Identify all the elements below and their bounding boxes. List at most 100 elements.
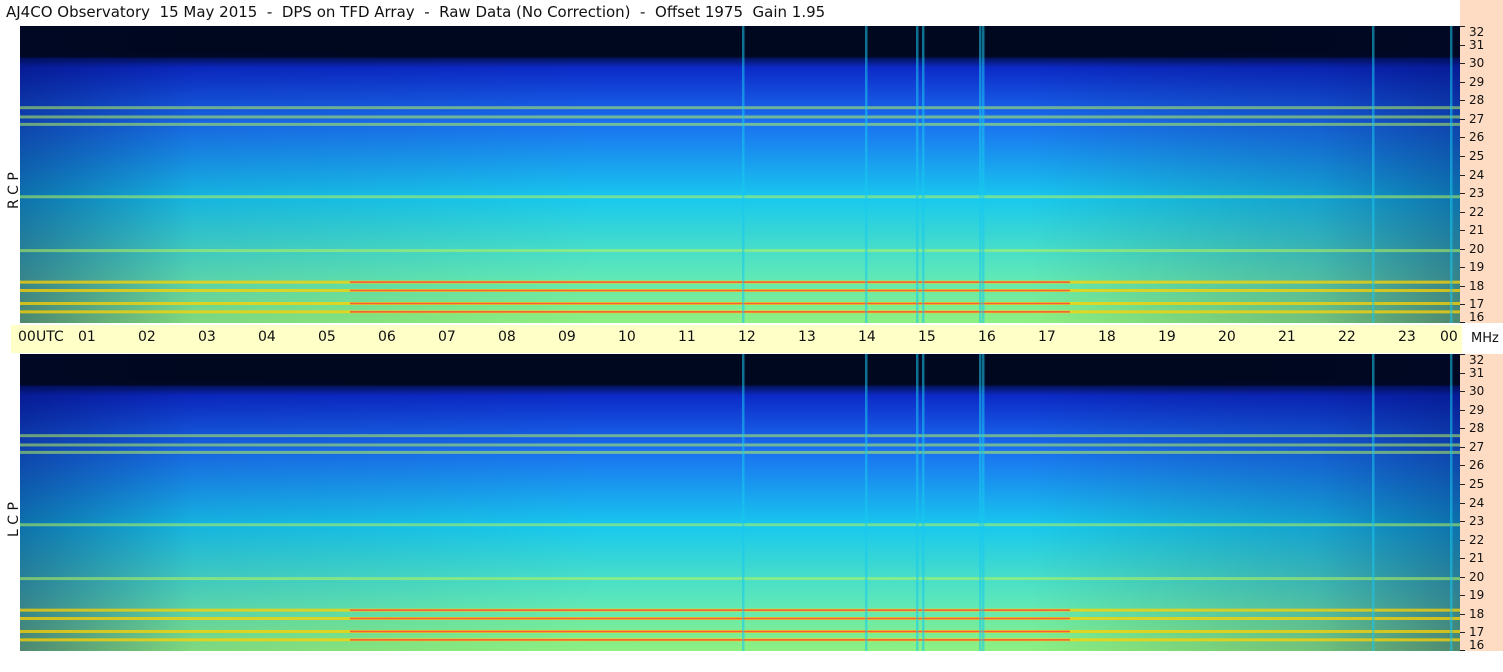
- high-frequency-dropout: [20, 26, 1460, 58]
- vertical-burst: [916, 354, 919, 651]
- frequency-tick-label: 32: [1469, 353, 1485, 367]
- frequency-tick: [1460, 576, 1465, 578]
- interference-band-peak: [350, 311, 1070, 313]
- frequency-tick-label: 21: [1469, 551, 1485, 566]
- rcp-label-wrap: R C P: [0, 26, 22, 323]
- vertical-burst: [916, 26, 919, 323]
- frequency-tick: [1460, 558, 1465, 560]
- time-tick-label: 02: [138, 329, 156, 345]
- interference-band: [20, 122, 1460, 126]
- time-tick-label: 17: [1038, 329, 1056, 345]
- frequency-tick-label: 16: [1469, 310, 1485, 324]
- time-tick-label: 13: [798, 329, 816, 345]
- time-tick-label: 05: [318, 329, 336, 345]
- frequency-tick-label: 30: [1469, 56, 1485, 71]
- frequency-strip-top: [1460, 0, 1503, 26]
- spectrogram-rcp: [20, 26, 1460, 323]
- time-tick-label: 22: [1338, 329, 1356, 345]
- time-tick-label: 21: [1278, 329, 1296, 345]
- time-tick-label: 07: [438, 329, 456, 345]
- time-tick-label: 23: [1398, 329, 1416, 345]
- frequency-axis-lcp: 16 17 18 19 20 21 22 23 24 25 26 27 28 29 30 31 32: [1460, 353, 1503, 652]
- frequency-unit: MHz: [1471, 331, 1499, 346]
- vertical-burst: [922, 354, 925, 651]
- vertical-burst: [1450, 26, 1453, 323]
- interference-band-peak: [350, 630, 1070, 633]
- vertical-burst: [982, 26, 985, 323]
- interference-band-peak: [350, 302, 1070, 305]
- interference-band-peak: [350, 281, 1070, 283]
- utc-label: UTC: [36, 329, 64, 345]
- vertical-burst: [1372, 26, 1375, 323]
- frequency-tick: [1460, 391, 1465, 393]
- frequency-tick-label: 29: [1469, 402, 1485, 417]
- frequency-tick: [1460, 118, 1465, 120]
- frequency-tick: [1460, 174, 1465, 176]
- interference-band: [20, 523, 1460, 527]
- interference-band-peak: [350, 609, 1070, 611]
- frequency-tick-label: 18: [1469, 278, 1485, 293]
- frequency-tick-label: 19: [1469, 588, 1485, 603]
- frequency-tick-label: 31: [1469, 37, 1485, 52]
- frequency-tick-label: 30: [1469, 384, 1485, 399]
- frequency-tick: [1460, 155, 1465, 157]
- time-tick-label: 18: [1098, 329, 1116, 345]
- frequency-tick: [1460, 304, 1465, 306]
- high-frequency-dropout: [20, 354, 1460, 386]
- time-tick-label: 16: [978, 329, 996, 345]
- frequency-tick: [1460, 632, 1465, 634]
- time-tick-label: 11: [678, 329, 696, 345]
- vertical-burst: [1372, 354, 1375, 651]
- frequency-tick: [1460, 428, 1465, 430]
- frequency-tick: [1460, 81, 1465, 83]
- interference-band: [20, 577, 1460, 581]
- interference-band-peak: [350, 639, 1070, 641]
- frequency-tick: [1460, 446, 1465, 448]
- frequency-tick-label: 17: [1469, 625, 1485, 640]
- time-tick-label: 15: [918, 329, 936, 345]
- vertical-burst: [979, 26, 982, 323]
- frequency-tick: [1460, 502, 1465, 504]
- frequency-tick: [1460, 521, 1465, 523]
- frequency-tick-label: 28: [1469, 93, 1485, 108]
- frequency-tick-label: 31: [1469, 365, 1485, 380]
- frequency-tick-label: 25: [1469, 148, 1485, 163]
- vertical-burst: [742, 354, 745, 651]
- time-tick-label: 19: [1158, 329, 1176, 345]
- frequency-tick-label: 26: [1469, 458, 1485, 473]
- frequency-tick-label: 25: [1469, 476, 1485, 491]
- frequency-tick: [1460, 285, 1465, 287]
- time-tick-label: 00: [18, 329, 36, 345]
- frequency-tick-label: 22: [1469, 532, 1485, 547]
- frequency-tick: [1460, 539, 1465, 541]
- frequency-tick-label: 27: [1469, 439, 1485, 454]
- frequency-tick: [1460, 595, 1465, 597]
- interference-band-peak: [350, 289, 1070, 292]
- vertical-burst: [865, 26, 868, 323]
- frequency-tick: [1460, 409, 1465, 411]
- spectrogram-diurnal-shading: [20, 354, 1460, 651]
- time-tick-label: 01: [78, 329, 96, 345]
- frequency-tick: [1460, 44, 1465, 46]
- time-tick-label: 10: [618, 329, 636, 345]
- frequency-tick-label: 29: [1469, 74, 1485, 89]
- frequency-tick-label: 24: [1469, 167, 1485, 182]
- frequency-tick-label: 18: [1469, 606, 1485, 621]
- time-tick-label: 08: [498, 329, 516, 345]
- frequency-tick: [1460, 650, 1465, 651]
- frequency-tick: [1460, 193, 1465, 195]
- interference-band-peak: [350, 617, 1070, 620]
- frequency-tick-label: 26: [1469, 130, 1485, 145]
- time-tick-label: 20: [1218, 329, 1236, 345]
- time-tick-label: 12: [738, 329, 756, 345]
- chart-title: AJ4CO Observatory 15 May 2015 - DPS on T…: [6, 3, 826, 21]
- vertical-burst: [922, 26, 925, 323]
- frequency-tick-label: 23: [1469, 186, 1485, 201]
- time-tick-label: 09: [558, 329, 576, 345]
- spectrogram-lcp: [20, 354, 1460, 651]
- interference-band: [20, 434, 1460, 438]
- time-tick-label: 04: [258, 329, 276, 345]
- frequency-axis-rcp: 16 17 18 19 20 21 22 23 24 25 26 27 28 29 30 31 32: [1460, 25, 1503, 324]
- frequency-tick: [1460, 63, 1465, 65]
- time-tick-label: 03: [198, 329, 216, 345]
